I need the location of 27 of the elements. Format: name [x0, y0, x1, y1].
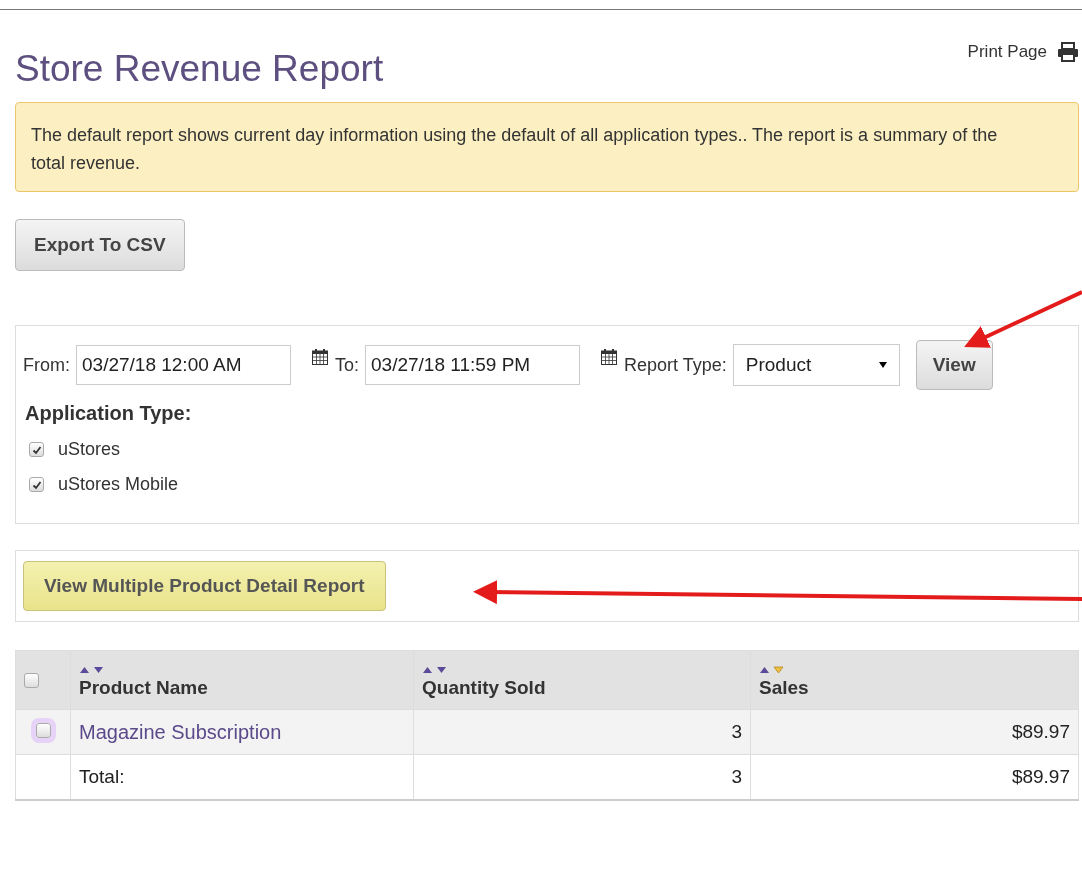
table-cell: 3: [731, 721, 742, 742]
table-cell: 3: [731, 766, 742, 787]
print-link[interactable]: Print Page: [967, 42, 1047, 62]
checkbox[interactable]: [29, 442, 44, 457]
view-button[interactable]: View: [915, 340, 993, 390]
checkbox[interactable]: [29, 477, 44, 492]
date-field[interactable]: 03/27/18 12:00 AM: [76, 345, 291, 385]
field-label: To:: [335, 354, 359, 376]
calendar-icon[interactable]: [311, 348, 329, 366]
total-label: Total:: [79, 766, 125, 787]
checkbox-label: uStores Mobile: [58, 474, 179, 495]
caret-icon: [878, 362, 887, 368]
table-cell: $89.97: [1011, 766, 1070, 787]
printer-icon[interactable]: [1057, 42, 1079, 62]
section-label: Application Type:: [25, 402, 193, 425]
field-label: Report Type:: [624, 354, 727, 376]
info-message: The default report shows current day information using the default of all application types.. The report is a summary of the total revenue.: [15, 102, 1079, 192]
field-label: From:: [23, 354, 70, 376]
checkbox-label: uStores: [58, 439, 121, 460]
calendar-icon[interactable]: [600, 348, 618, 366]
table-cell: $89.97: [1011, 721, 1070, 742]
date-field[interactable]: 03/27/18 11:59 PM: [365, 345, 580, 385]
export-button[interactable]: Export To CSV: [15, 219, 185, 271]
report-type-dropdown[interactable]: Product: [732, 344, 900, 386]
detail-report-button[interactable]: View Multiple Product Detail Report: [23, 561, 386, 611]
page-title: Store Revenue Report: [15, 48, 384, 90]
checkbox[interactable]: [24, 673, 39, 688]
